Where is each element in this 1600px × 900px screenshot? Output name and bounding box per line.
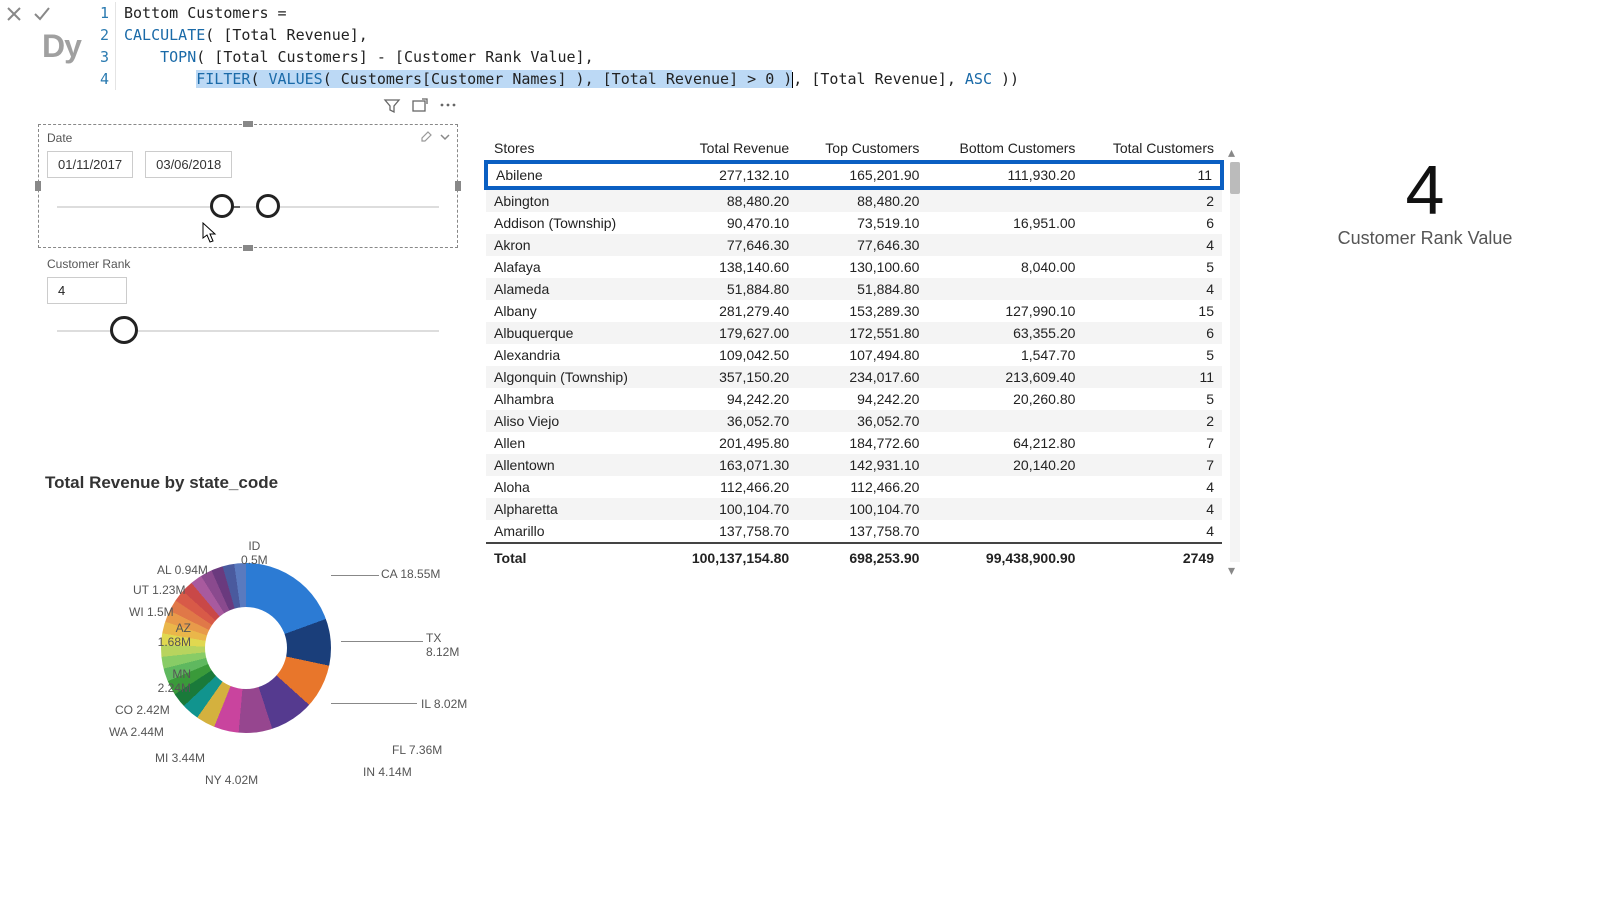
cancel-icon[interactable] xyxy=(4,4,24,24)
table-row[interactable]: Allen201,495.80184,772.6064,212.807 xyxy=(486,432,1222,454)
filter-icon[interactable] xyxy=(383,97,401,118)
donut-label-wi: WI 1.5M xyxy=(129,605,174,619)
donut-label-in: IN 4.14M xyxy=(363,765,412,779)
donut-label-mi: MI 3.44M xyxy=(155,751,205,765)
date-to-input[interactable]: 03/06/2018 xyxy=(145,151,232,178)
confirm-icon[interactable] xyxy=(32,4,52,24)
table-row[interactable]: Alafaya138,140.60130,100.608,040.005 xyxy=(486,256,1222,278)
table-row[interactable]: Aliso Viejo36,052.7036,052.702 xyxy=(486,410,1222,432)
donut-label-mn: MN2.24M xyxy=(131,667,191,695)
donut-label-id: ID0.5M xyxy=(241,539,268,567)
resize-handle-left[interactable] xyxy=(35,181,41,191)
formula-bar[interactable]: 1Bottom Customers = 2CALCULATE( [Total R… xyxy=(94,2,1594,90)
date-slider-thumb-from[interactable] xyxy=(210,194,234,218)
col-total-revenue[interactable]: Total Revenue xyxy=(663,136,797,162)
donut-label-al: AL 0.94M xyxy=(157,563,208,577)
table-header-row: Stores Total Revenue Top Customers Botto… xyxy=(486,136,1222,162)
table-row[interactable]: Alhambra94,242.2094,242.2020,260.805 xyxy=(486,388,1222,410)
donut-label-az: AZ1.68M xyxy=(141,621,191,649)
date-slider-thumb-to[interactable] xyxy=(256,194,280,218)
table-row[interactable]: Abington88,480.2088,480.202 xyxy=(486,188,1222,212)
formula-line-1: Bottom Customers = xyxy=(116,2,287,24)
date-from-input[interactable]: 01/11/2017 xyxy=(47,151,133,178)
table-row[interactable]: Alpharetta100,104.70100,104.704 xyxy=(486,498,1222,520)
scroll-up-icon[interactable]: ▴ xyxy=(1228,144,1242,158)
donut-label-ut: UT 1.23M xyxy=(133,583,185,597)
card-label: Customer Rank Value xyxy=(1300,228,1550,249)
stores-table[interactable]: ▴ ▾ Stores Total Revenue Top Customers B… xyxy=(484,136,1224,572)
col-stores[interactable]: Stores xyxy=(486,136,663,162)
scroll-down-icon[interactable]: ▾ xyxy=(1228,562,1242,576)
customer-rank-card[interactable]: 4 Customer Rank Value xyxy=(1300,150,1550,249)
donut-label-fl: FL 7.36M xyxy=(392,743,442,757)
donut-label-co: CO 2.42M xyxy=(115,703,170,717)
table-row[interactable]: Albany281,279.40153,289.30127,990.1015 xyxy=(486,300,1222,322)
col-bottom-customers[interactable]: Bottom Customers xyxy=(927,136,1083,162)
more-options-icon[interactable] xyxy=(439,97,457,118)
table-row[interactable]: Albuquerque179,627.00172,551.8063,355.20… xyxy=(486,322,1222,344)
focus-mode-icon[interactable] xyxy=(411,97,429,118)
scrollbar-thumb[interactable] xyxy=(1230,162,1240,194)
donut-label-ca: CA 18.55M xyxy=(381,567,440,581)
slicer-title-date: Date xyxy=(39,125,457,147)
clear-selection-icon[interactable] xyxy=(421,131,435,148)
donut-label-tx: TXTX 8.12M8.12M xyxy=(426,631,459,659)
table-row[interactable]: Amarillo137,758.70137,758.704 xyxy=(486,520,1222,543)
table-row[interactable]: Addison (Township)90,470.1073,519.1016,9… xyxy=(486,212,1222,234)
table-row[interactable]: Akron77,646.3077,646.304 xyxy=(486,234,1222,256)
card-value: 4 xyxy=(1300,150,1550,230)
date-slicer[interactable]: Date 01/11/2017 03/06/2018 xyxy=(38,124,458,248)
resize-handle-right[interactable] xyxy=(455,181,461,191)
donut-label-il: IL 8.02M xyxy=(421,697,467,711)
watermark: Dy xyxy=(42,28,81,65)
donut-label-wa: WA 2.44M xyxy=(109,725,164,739)
donut-chart-visual[interactable]: Total Revenue by state_code CA 18.55M TX… xyxy=(40,462,480,802)
col-total-customers[interactable]: Total Customers xyxy=(1083,136,1222,162)
resize-handle-top[interactable] xyxy=(243,121,253,127)
rank-slicer[interactable]: Customer Rank 4 xyxy=(38,250,458,360)
chevron-down-icon[interactable] xyxy=(439,131,451,148)
table-row[interactable]: Abilene277,132.10165,201.90111,930.2011 xyxy=(486,162,1222,188)
chart-title: Total Revenue by state_code xyxy=(41,463,479,503)
table-row[interactable]: Alameda51,884.8051,884.804 xyxy=(486,278,1222,300)
table-row[interactable]: Alexandria109,042.50107,494.801,547.705 xyxy=(486,344,1222,366)
table-footer-row: Total 100,137,154.80 698,253.90 99,438,9… xyxy=(486,543,1222,572)
rank-slider[interactable] xyxy=(57,312,439,352)
rank-slider-thumb[interactable] xyxy=(110,316,138,344)
table-row[interactable]: Aloha112,466.20112,466.204 xyxy=(486,476,1222,498)
col-top-customers[interactable]: Top Customers xyxy=(797,136,927,162)
donut-chart[interactable]: CA 18.55M TXTX 8.12M8.12M IL 8.02M FL 7.… xyxy=(41,503,461,823)
table-row[interactable]: Allentown163,071.30142,931.1020,140.207 xyxy=(486,454,1222,476)
rank-input[interactable]: 4 xyxy=(47,277,127,304)
scrollbar-track[interactable] xyxy=(1230,162,1240,562)
table-row[interactable]: Algonquin (Township)357,150.20234,017.60… xyxy=(486,366,1222,388)
date-range-slider[interactable] xyxy=(57,188,439,228)
slicer-title-rank: Customer Rank xyxy=(39,251,457,273)
donut-label-ny: NY 4.02M xyxy=(205,773,258,787)
